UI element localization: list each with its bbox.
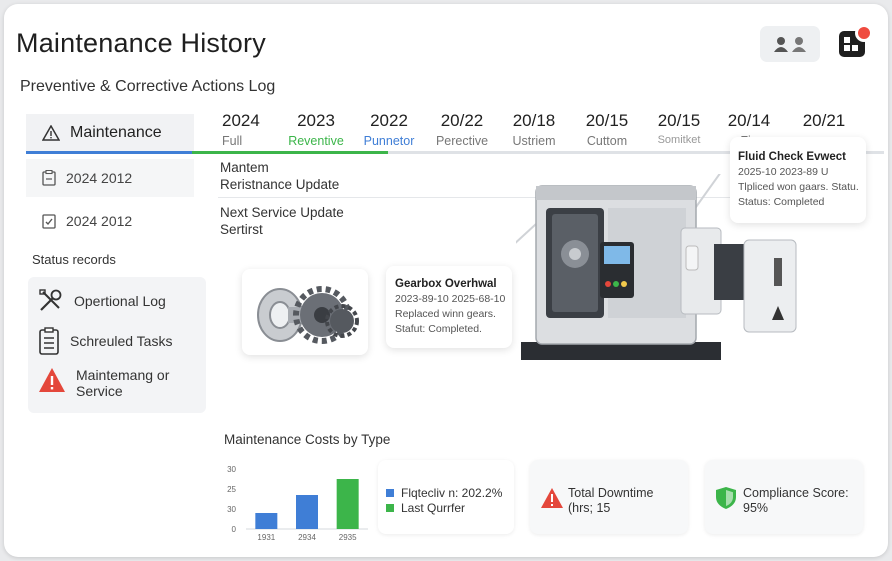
total-downtime-card[interactable]: Total Downtime (hrs; 15 xyxy=(530,460,688,534)
legend-swatch xyxy=(386,489,394,497)
timeline-year[interactable]: 20/15 Somitket xyxy=(643,111,715,146)
x-tick-label: 1931 xyxy=(257,533,275,542)
card-title: Gearbox Overhwal xyxy=(395,278,497,290)
users-button[interactable] xyxy=(760,26,820,62)
status-item-label: Schreuled Tasks xyxy=(70,333,173,349)
gearbox-overhaul-card[interactable]: Gearbox Overhwal 2023-89-10 2025-68-10 R… xyxy=(386,266,512,348)
timeline-year[interactable]: 20/18 Ustriem xyxy=(498,111,570,148)
card-title: Fluid Check Evwect xyxy=(738,151,847,163)
timeline-entry[interactable]: Mantem Reristnance Update xyxy=(220,159,339,193)
legend-swatch xyxy=(386,504,394,512)
sidebar-tab-2024-b[interactable]: 2024 2012 xyxy=(26,202,194,240)
y-tick-label: 30 xyxy=(227,465,236,474)
x-tick-label: 2935 xyxy=(339,533,357,542)
y-tick-label: 0 xyxy=(232,525,237,534)
tools-icon xyxy=(39,289,62,311)
gear-assembly-icon xyxy=(257,286,359,344)
user-icon xyxy=(792,37,806,52)
alert-icon xyxy=(39,368,65,392)
alert-icon xyxy=(541,488,563,508)
user-icon xyxy=(774,37,788,52)
timeline-entry[interactable]: Next Service Update Sertirst xyxy=(220,204,344,238)
y-tick-label: 30 xyxy=(227,505,236,514)
card-status: Stafut: Completed. xyxy=(395,323,482,335)
page-title: Maintenance History xyxy=(16,28,266,58)
page-subtitle: Preventive & Corrective Actions Log xyxy=(20,78,276,95)
timeline-progress-blue xyxy=(26,151,192,154)
card-dates: 2023-89-10 2025-68-10 xyxy=(395,293,506,305)
sidebar-tab-label: 2024 2012 xyxy=(66,213,133,229)
shield-icon xyxy=(716,487,736,509)
legend-item: Flqtecliv n: 202.2% xyxy=(386,486,502,500)
warning-icon xyxy=(42,124,60,141)
status-item-label: Opertional Log xyxy=(74,293,166,309)
notification-badge xyxy=(855,24,873,42)
legend-item: Last Qurrfer xyxy=(386,501,465,515)
timeline-year[interactable]: 2023 Reventive xyxy=(280,111,352,148)
downtime-text: Total Downtime (hrs; 15 xyxy=(568,486,654,515)
timeline-year[interactable]: 20/21 xyxy=(788,111,860,134)
card-status: Status: Completed xyxy=(738,196,825,208)
costs-title: Maintenance Costs by Type xyxy=(224,432,391,447)
bar-1931[interactable] xyxy=(255,513,278,529)
bar-2934[interactable] xyxy=(296,495,318,529)
fluid-check-card[interactable]: Fluid Check Evwect 2025-10 2023-89 U Tlp… xyxy=(730,137,866,223)
y-tick-label: 25 xyxy=(227,485,236,494)
timeline-year[interactable]: 20/15 Cuttom xyxy=(571,111,643,148)
timeline-year[interactable]: 20/22 Perective xyxy=(426,111,498,148)
sidebar-tab-label: 2024 2012 xyxy=(66,170,133,186)
sidebar-tab-maintenance[interactable]: Maintenance xyxy=(26,114,194,154)
clipboard-icon xyxy=(42,170,56,186)
bar-2935[interactable] xyxy=(336,479,359,529)
app-window: Maintenance History Preventive & Correct… xyxy=(4,4,888,557)
compliance-text: Compliance Score: 95% xyxy=(743,486,849,515)
notifications-button[interactable] xyxy=(834,24,873,62)
status-records-label: Status records xyxy=(32,252,116,267)
card-dates: 2025-10 2023-89 U xyxy=(738,166,829,178)
top-actions xyxy=(760,24,873,62)
card-desc: Tlpliced won gaars. Statu. xyxy=(738,181,859,193)
x-tick-label: 2934 xyxy=(298,533,316,542)
status-item-label: Maintemang or Service xyxy=(76,367,170,399)
card-desc: Replaced winn gears. xyxy=(395,308,496,320)
status-item-scheduled-tasks[interactable]: Schreuled Tasks xyxy=(38,327,172,355)
sidebar-tab-label: Maintenance xyxy=(70,123,162,141)
status-item-operational-log[interactable]: Opertional Log xyxy=(38,289,166,313)
compliance-score-card[interactable]: Compliance Score: 95% xyxy=(705,460,863,534)
costs-bar-chart: 30 25 30 0 1931 2934 2935 xyxy=(227,465,368,542)
costs-legend-card: Flqtecliv n: 202.2% Last Qurrfer xyxy=(378,460,514,534)
clipboard-list-icon xyxy=(39,327,59,355)
status-item-maintenance-service[interactable]: Maintemang or Service xyxy=(38,367,169,399)
gear-image-card[interactable] xyxy=(242,269,368,355)
timeline-progress-green xyxy=(192,151,388,154)
status-panel: Opertional Log Schreuled Tasks Mainteman… xyxy=(28,277,206,413)
sidebar-tab-2024-a[interactable]: 2024 2012 xyxy=(26,159,194,197)
checklist-icon xyxy=(42,214,56,229)
timeline-year[interactable]: 2022 Punnetor xyxy=(353,111,425,148)
